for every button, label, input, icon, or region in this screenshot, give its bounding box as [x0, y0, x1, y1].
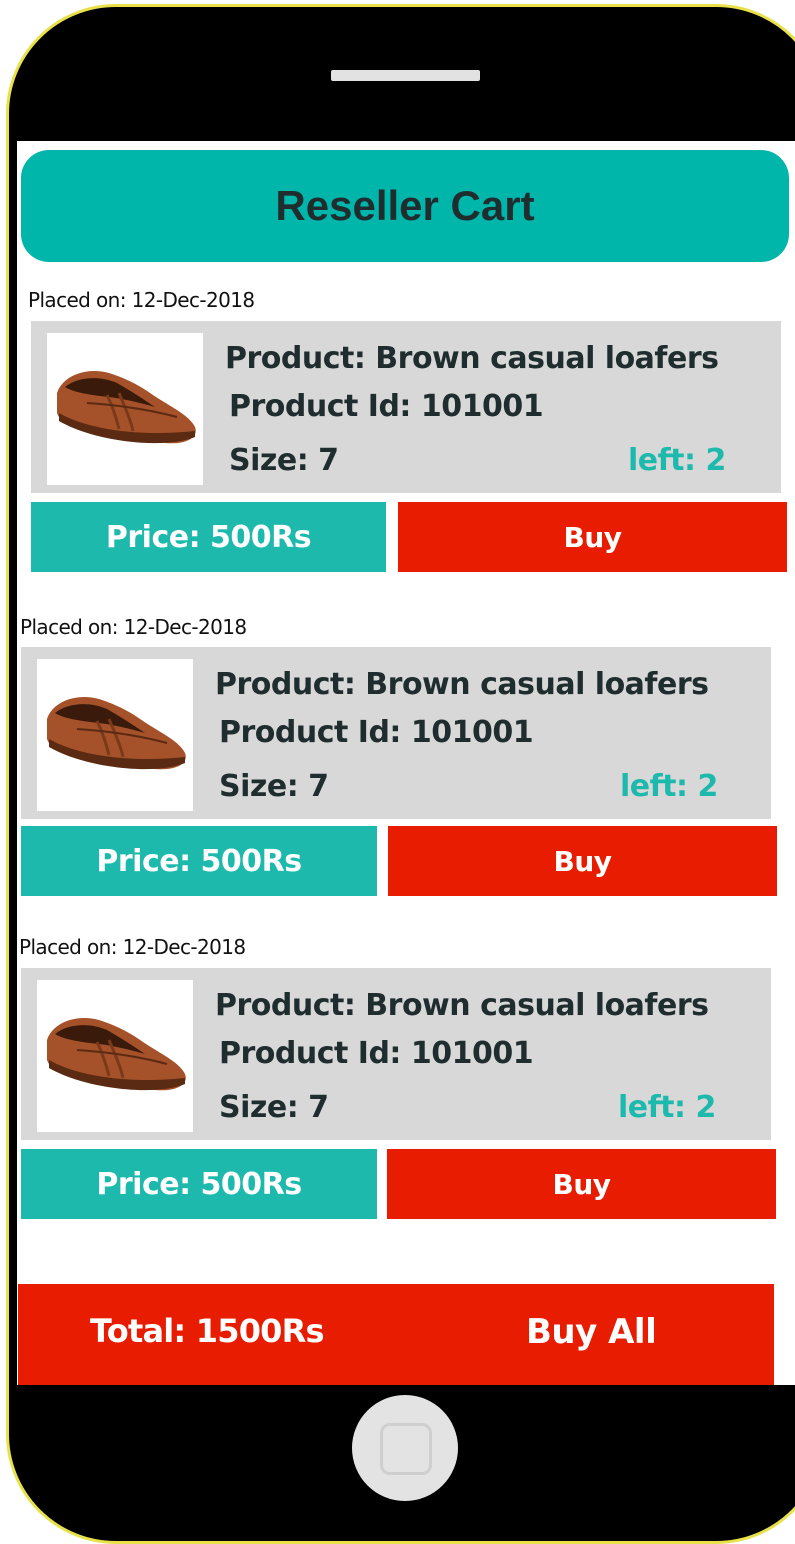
cart-footer: Total: 1500Rs Buy All: [18, 1284, 774, 1385]
product-image: [47, 333, 203, 485]
buy-all-button[interactable]: Buy All: [526, 1312, 657, 1352]
product-card: Product: Brown casual loafers Product Id…: [21, 968, 771, 1140]
stock-left: left: 2: [618, 1090, 716, 1125]
speaker-grille: [331, 70, 480, 81]
product-image: [37, 659, 193, 811]
stock-left: left: 2: [628, 443, 726, 478]
buy-button[interactable]: Buy: [387, 1149, 776, 1219]
product-id: Product Id: 101001: [219, 1036, 534, 1071]
price-label: Price: 500Rs: [31, 502, 386, 572]
total-price: Total: 1500Rs: [90, 1312, 325, 1350]
product-size: Size: 7: [219, 769, 329, 804]
product-size: Size: 7: [219, 1090, 329, 1125]
product-name: Product: Brown casual loafers: [215, 667, 709, 702]
order-date: Placed on: 12-Dec-2018: [20, 615, 247, 639]
buy-button[interactable]: Buy: [388, 826, 777, 896]
product-name: Product: Brown casual loafers: [225, 341, 719, 376]
product-card: Product: Brown casual loafers Product Id…: [21, 647, 771, 819]
product-name: Product: Brown casual loafers: [215, 988, 709, 1023]
product-id: Product Id: 101001: [229, 389, 544, 424]
price-label: Price: 500Rs: [21, 826, 377, 896]
cart-header: Reseller Cart: [21, 150, 789, 262]
product-id: Product Id: 101001: [219, 715, 534, 750]
home-button[interactable]: [352, 1395, 458, 1501]
price-label: Price: 500Rs: [21, 1149, 377, 1219]
order-date: Placed on: 12-Dec-2018: [19, 935, 246, 959]
page-title: Reseller Cart: [275, 182, 535, 229]
home-square-icon: [380, 1423, 432, 1475]
order-date: Placed on: 12-Dec-2018: [28, 288, 255, 312]
stock-left: left: 2: [620, 769, 718, 804]
buy-button[interactable]: Buy: [398, 502, 787, 572]
product-card: Product: Brown casual loafers Product Id…: [31, 321, 781, 493]
product-image: [37, 980, 193, 1132]
product-size: Size: 7: [229, 443, 339, 478]
